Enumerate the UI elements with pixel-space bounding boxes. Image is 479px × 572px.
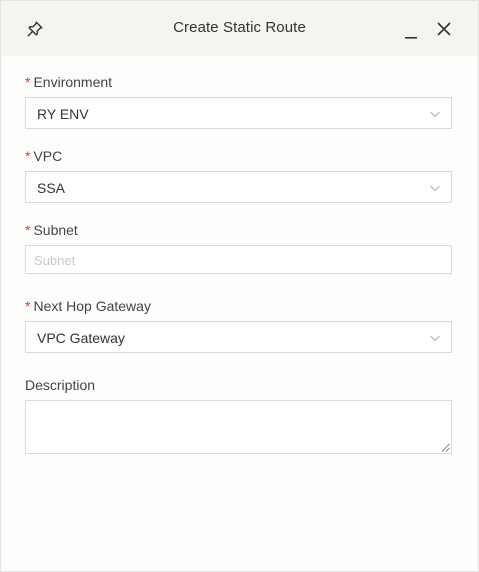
chevron-down-icon [430, 185, 440, 192]
minimize-icon[interactable] [400, 21, 422, 43]
vpc-value: SSA [37, 180, 66, 196]
description-label-text: Description [25, 377, 96, 393]
environment-label: * Environment [25, 74, 112, 90]
chevron-down-icon [430, 111, 440, 118]
environment-select[interactable]: RY ENV [25, 97, 452, 129]
vpc-label-text: VPC [33, 148, 63, 164]
subnet-label-text: Subnet [33, 222, 78, 238]
resize-handle-icon[interactable] [441, 443, 450, 452]
next-hop-gateway-select[interactable]: VPC Gateway [25, 321, 452, 353]
subnet-placeholder: Subnet [34, 253, 76, 268]
create-static-route-dialog: Create Static Route * Environment RY ENV … [0, 0, 479, 572]
next-hop-gateway-label: * Next Hop Gateway [25, 298, 151, 314]
close-icon[interactable] [433, 18, 455, 40]
environment-label-text: Environment [33, 74, 113, 90]
vpc-label: * VPC [25, 148, 62, 164]
environment-value: RY ENV [37, 106, 89, 122]
required-mark: * [25, 74, 31, 90]
dialog-header: Create Static Route [1, 1, 478, 56]
subnet-input[interactable]: Subnet [25, 245, 452, 274]
description-textarea[interactable] [25, 400, 452, 454]
required-mark: * [25, 298, 31, 314]
next-hop-gateway-label-text: Next Hop Gateway [33, 298, 151, 314]
subnet-label: * Subnet [25, 222, 78, 238]
required-mark: * [25, 148, 31, 164]
vpc-select[interactable]: SSA [25, 171, 452, 203]
description-label: Description [25, 377, 95, 393]
required-mark: * [25, 222, 31, 238]
next-hop-gateway-value: VPC Gateway [37, 330, 125, 346]
chevron-down-icon [430, 335, 440, 342]
